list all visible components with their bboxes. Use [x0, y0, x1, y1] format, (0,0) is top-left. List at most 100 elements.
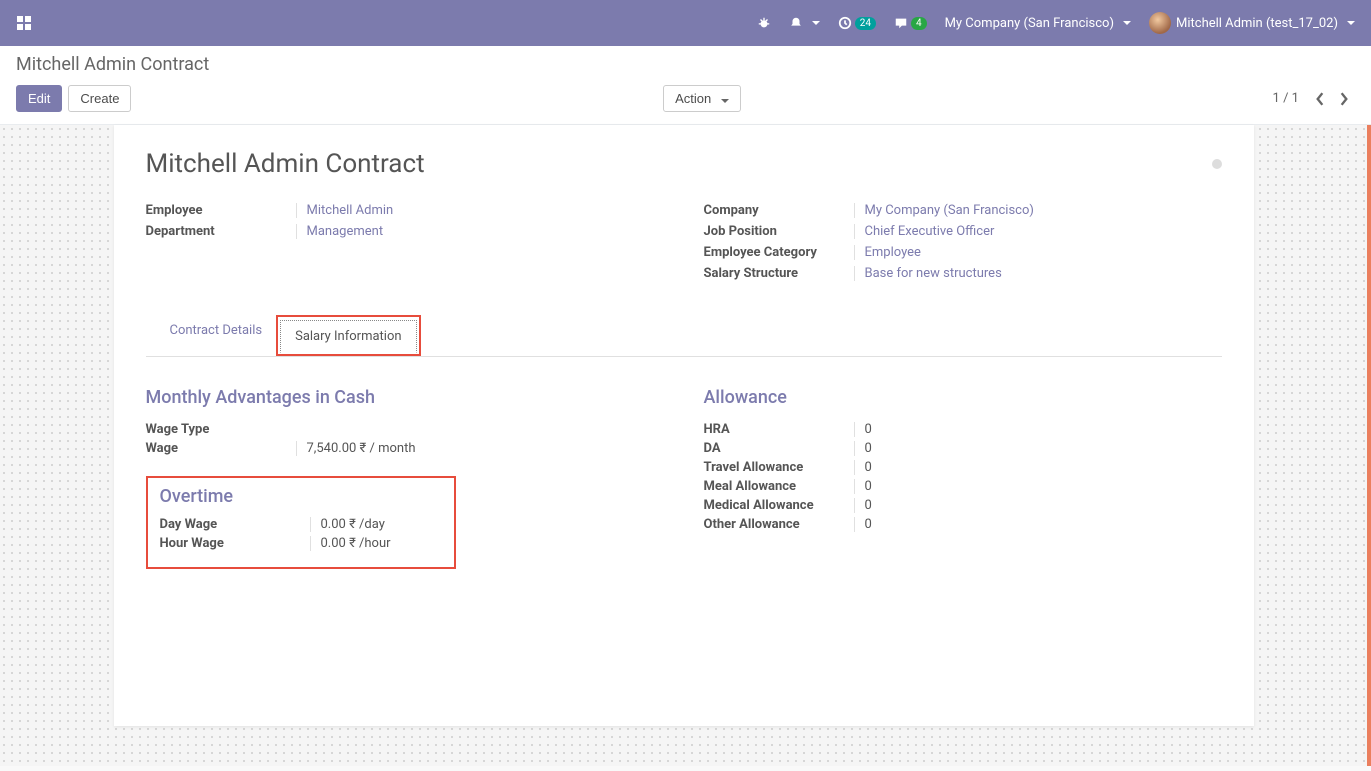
header-left-col: Employee Mitchell Admin Department Manag… [146, 203, 664, 287]
navbar-left [16, 15, 32, 31]
field-wage-type: Wage Type [146, 422, 664, 437]
action-label: Action [675, 91, 711, 106]
pager-prev[interactable] [1309, 88, 1331, 110]
travel-value: 0 [865, 460, 872, 475]
field-employee-category: Employee Category Employee [704, 245, 1222, 260]
activity-badge: 24 [855, 17, 876, 30]
wage-type-label: Wage Type [146, 422, 296, 437]
wage-value: 7,540.00 ₹ / month [307, 441, 416, 456]
avatar [1149, 12, 1171, 34]
overtime-section: Overtime Day Wage 0.00 ₹ /day Hour Wage … [146, 476, 456, 569]
field-wage: Wage 7,540.00 ₹ / month [146, 441, 664, 456]
field-company: Company My Company (San Francisco) [704, 203, 1222, 218]
overtime-title: Overtime [160, 486, 442, 507]
field-travel-allowance: Travel Allowance 0 [704, 460, 1222, 475]
allowance-title: Allowance [704, 387, 1222, 408]
monthly-advantages-table: Wage Type Wage 7,540.00 ₹ / month [146, 422, 664, 456]
status-indicator [1212, 159, 1222, 169]
highlight-salary-tab: Salary Information [276, 315, 420, 356]
company-name: My Company (San Francisco) [945, 16, 1114, 31]
control-row: Edit Create Action 1 / 1 [16, 85, 1355, 112]
field-department: Department Management [146, 224, 664, 239]
field-medical-allowance: Medical Allowance 0 [704, 498, 1222, 513]
jobpos-label: Job Position [704, 224, 854, 239]
jobpos-value[interactable]: Chief Executive Officer [865, 224, 995, 239]
pager-arrows [1309, 88, 1355, 110]
action-dropdown[interactable]: Action [663, 85, 741, 112]
header-right-col: Company My Company (San Francisco) Job P… [704, 203, 1222, 287]
top-navbar: 24 4 My Company (San Francisco) Mitchell… [0, 0, 1371, 46]
day-wage-value: 0.00 ₹ /day [321, 517, 385, 532]
field-other-allowance: Other Allowance 0 [704, 517, 1222, 532]
field-hra: HRA 0 [704, 422, 1222, 437]
overtime-table: Day Wage 0.00 ₹ /day Hour Wage 0.00 ₹ /h… [160, 517, 442, 551]
form-sheet: Mitchell Admin Contract Employee Mitchel… [114, 125, 1254, 726]
empcat-value[interactable]: Employee [865, 245, 921, 260]
pager-text: 1 / 1 [1273, 91, 1299, 106]
medical-label: Medical Allowance [704, 498, 854, 513]
control-panel: Mitchell Admin Contract Edit Create Acti… [0, 46, 1371, 125]
user-menu[interactable]: Mitchell Admin (test_17_02) [1149, 12, 1355, 34]
breadcrumb: Mitchell Admin Contract [16, 54, 1355, 75]
salstruct-label: Salary Structure [704, 266, 854, 281]
salary-right-col: Allowance HRA 0 DA 0 Travel Allowance 0 [704, 357, 1222, 569]
company-value[interactable]: My Company (San Francisco) [865, 203, 1034, 218]
hour-wage-label: Hour Wage [160, 536, 310, 551]
department-label: Department [146, 224, 296, 239]
company-switcher[interactable]: My Company (San Francisco) [945, 16, 1131, 31]
salary-content: Monthly Advantages in Cash Wage Type Wag… [146, 357, 1222, 569]
field-job-position: Job Position Chief Executive Officer [704, 224, 1222, 239]
field-day-wage: Day Wage 0.00 ₹ /day [160, 517, 442, 532]
tabs: Contract Details Salary Information [146, 315, 1222, 357]
tab-contract-details[interactable]: Contract Details [156, 315, 277, 356]
department-value[interactable]: Management [307, 224, 384, 239]
field-da: DA 0 [704, 441, 1222, 456]
field-salary-structure: Salary Structure Base for new structures [704, 266, 1222, 281]
main-area: Mitchell Admin Contract Employee Mitchel… [0, 125, 1371, 766]
chevron-down-icon [721, 99, 729, 103]
field-employee: Employee Mitchell Admin [146, 203, 664, 218]
hra-label: HRA [704, 422, 854, 437]
edit-button[interactable]: Edit [16, 85, 62, 112]
medical-value: 0 [865, 498, 872, 513]
salstruct-value[interactable]: Base for new structures [865, 266, 1002, 281]
wage-label: Wage [146, 441, 296, 456]
allowance-table: HRA 0 DA 0 Travel Allowance 0 Meal Allow… [704, 422, 1222, 532]
activity-icon[interactable]: 24 [838, 16, 876, 30]
user-name: Mitchell Admin (test_17_02) [1176, 16, 1338, 31]
chevron-down-icon [1347, 21, 1355, 25]
meal-label: Meal Allowance [704, 479, 854, 494]
pager-next[interactable] [1333, 88, 1355, 110]
chevron-down-icon [812, 21, 820, 25]
notifications-icon[interactable] [789, 16, 820, 30]
da-label: DA [704, 441, 854, 456]
other-label: Other Allowance [704, 517, 854, 532]
apps-icon[interactable] [16, 15, 32, 31]
navbar-right: 24 4 My Company (San Francisco) Mitchell… [757, 12, 1355, 34]
employee-label: Employee [146, 203, 296, 218]
page-title: Mitchell Admin Contract [146, 149, 425, 179]
messaging-badge: 4 [911, 17, 927, 30]
other-value: 0 [865, 517, 872, 532]
field-hour-wage: Hour Wage 0.00 ₹ /hour [160, 536, 442, 551]
empcat-label: Employee Category [704, 245, 854, 260]
header-fields: Employee Mitchell Admin Department Manag… [146, 203, 1222, 287]
day-wage-label: Day Wage [160, 517, 310, 532]
page-title-row: Mitchell Admin Contract [146, 149, 1222, 179]
employee-value[interactable]: Mitchell Admin [307, 203, 394, 218]
hour-wage-value: 0.00 ₹ /hour [321, 536, 391, 551]
meal-value: 0 [865, 479, 872, 494]
company-label: Company [704, 203, 854, 218]
field-meal-allowance: Meal Allowance 0 [704, 479, 1222, 494]
chevron-down-icon [1123, 21, 1131, 25]
create-button[interactable]: Create [68, 85, 131, 112]
action-wrap: Action [663, 85, 741, 112]
left-buttons: Edit Create [16, 85, 131, 112]
pager: 1 / 1 [1273, 88, 1355, 110]
monthly-advantages-title: Monthly Advantages in Cash [146, 387, 664, 408]
da-value: 0 [865, 441, 872, 456]
tab-salary-information[interactable]: Salary Information [280, 320, 416, 353]
salary-left-col: Monthly Advantages in Cash Wage Type Wag… [146, 357, 664, 569]
bug-icon[interactable] [757, 16, 771, 30]
messaging-icon[interactable]: 4 [894, 16, 927, 30]
